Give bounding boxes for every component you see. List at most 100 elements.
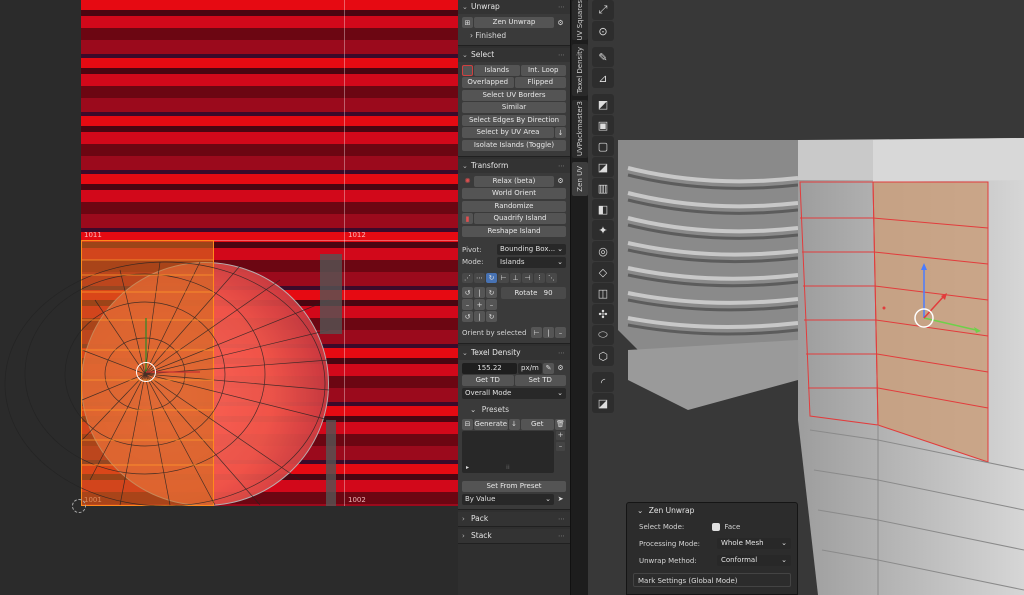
select-uv-borders-button[interactable]: Select UV Borders [462, 89, 566, 101]
shrink-fatten-tool-icon[interactable]: ✣ [592, 304, 614, 324]
pivot-dropdown[interactable]: Bounding Box... ⌄ [497, 244, 566, 255]
shear-tool-icon[interactable]: ⬭ [592, 325, 614, 345]
finished-subpanel[interactable]: › Finished [462, 30, 566, 42]
transform-panel-header[interactable]: ⌄ Transform ⋯ [458, 158, 570, 173]
grip-icon[interactable]: ⋯ [558, 0, 566, 14]
reshape-island-button[interactable]: Reshape Island [462, 225, 566, 237]
annotate-tool-icon[interactable]: ✎ [592, 47, 614, 67]
texel-density-value-input[interactable]: 155.22 [462, 362, 517, 374]
grip-icon[interactable]: ⋯ [558, 346, 566, 360]
unwrap-panel-header[interactable]: ⌄ Unwrap ⋯ [458, 0, 570, 14]
pointer-icon[interactable]: ➤ [555, 494, 566, 505]
similar-button[interactable]: Similar [462, 102, 566, 113]
align-right-icon[interactable]: ⊣ [522, 273, 533, 283]
grip-icon[interactable]: ⋯ [558, 529, 566, 543]
rotate-cw-icon[interactable]: ↻ [486, 287, 497, 298]
gear-icon[interactable]: ⚙ [555, 363, 566, 374]
extrude-tool-icon[interactable]: ▣ [592, 115, 614, 135]
rotate-cw-icon[interactable]: ↻ [486, 311, 497, 322]
uv-editor-canvas[interactable]: 1011 1012 1001 1002 [0, 0, 458, 595]
move-right-icon[interactable]: – [486, 299, 497, 310]
select-edges-by-direction-button[interactable]: Select Edges By Direction [462, 114, 566, 126]
rotate-cycle-icon[interactable]: ↻ [486, 273, 497, 283]
smooth-tool-icon[interactable]: ◇ [592, 262, 614, 282]
zen-unwrap-button[interactable]: Zen Unwrap [474, 17, 554, 28]
knife-tool-icon[interactable]: ◧ [592, 199, 614, 219]
add-cube-tool-icon[interactable]: ◩ [592, 94, 614, 114]
face-mode-icon[interactable] [711, 522, 720, 531]
td-mode-dropdown[interactable]: Overall Mode ⌄ [462, 387, 566, 399]
orient-vertical-icon[interactable]: | [543, 327, 554, 338]
processing-mode-dropdown[interactable]: Whole Mesh ⌄ [717, 538, 791, 549]
grip-icon[interactable]: ⋯ [558, 159, 566, 173]
align-center-icon[interactable]: ⊥ [510, 273, 521, 283]
tab-uv-squares[interactable]: UV Squares [572, 0, 588, 40]
world-orient-button[interactable]: World Orient [462, 188, 566, 199]
tab-uvpackmaster3[interactable]: UVPackmaster3 [572, 100, 588, 158]
move-left-icon[interactable]: – [462, 299, 473, 310]
orient-auto-icon[interactable]: – [555, 327, 566, 338]
resize-grip-icon[interactable]: ⁞⁞ [506, 464, 510, 471]
trash-icon[interactable]: 🗑 [555, 418, 566, 430]
int-loop-button[interactable]: Int. Loop [520, 64, 566, 76]
distribute-icon[interactable]: ⁝ [534, 273, 545, 283]
zen-popup-title[interactable]: ⌄ Zen Unwrap [627, 503, 797, 518]
quadrify-island-button[interactable]: Quadrify Island [474, 213, 566, 224]
inset-tool-icon[interactable]: ▢ [592, 136, 614, 156]
get-td-button[interactable]: Get TD [462, 375, 514, 386]
loop-cut-tool-icon[interactable]: ▥ [592, 178, 614, 198]
eyedropper-icon[interactable]: ✎ [543, 362, 554, 374]
gear-icon[interactable]: ⚙ [555, 17, 566, 28]
tab-zen-uv[interactable]: Zen UV [572, 162, 588, 196]
align-bottom-icon[interactable]: ⋱ [546, 273, 557, 283]
randomize-button[interactable]: Randomize [462, 200, 566, 212]
rotate-field[interactable]: Rotate 90 [501, 287, 566, 299]
move-down-icon[interactable]: | [474, 311, 485, 322]
play-icon[interactable]: ▸ [466, 464, 469, 471]
poly-build-tool-icon[interactable]: ✦ [592, 220, 614, 240]
image-tool-icon[interactable]: ◪ [592, 393, 614, 413]
gear-icon[interactable]: ⚙ [555, 176, 566, 187]
align-top-left-icon[interactable]: ⋰ [462, 273, 473, 283]
align-left-icon[interactable]: ⊢ [498, 273, 509, 283]
measure-tool-icon[interactable]: ⊿ [592, 68, 614, 88]
center-icon[interactable]: + [474, 299, 485, 310]
generate-button[interactable]: Generate [474, 418, 508, 430]
islands-button[interactable]: Islands [474, 64, 520, 76]
get-preset-button[interactable]: Get [520, 418, 554, 430]
presets-subpanel[interactable]: ⌄ Presets [462, 403, 566, 416]
move-up-icon[interactable]: | [474, 287, 485, 298]
remove-preset-icon[interactable]: – [556, 442, 565, 451]
orient-horizontal-icon[interactable]: ⊢ [531, 327, 542, 338]
grip-icon[interactable]: ⋯ [558, 512, 566, 526]
mode-dropdown[interactable]: Islands ⌄ [497, 256, 566, 268]
isolate-islands-button[interactable]: Isolate Islands (Toggle) [462, 140, 566, 151]
units-dropdown[interactable]: px/m [518, 362, 542, 374]
mark-settings-box[interactable]: Mark Settings (Global Mode) [633, 573, 791, 587]
select-panel-header[interactable]: ⌄ Select ⋯ [458, 47, 570, 62]
presets-list[interactable]: + – ▸ ⁞⁞ [462, 431, 565, 473]
select-by-uv-area-button[interactable]: Select by UV Area [462, 127, 554, 138]
select-box-tool-icon[interactable]: ⊙ [592, 21, 614, 41]
flipped-button[interactable]: Flipped [514, 77, 566, 88]
rotate-ccw-icon[interactable]: ↺ [462, 287, 473, 298]
align-top-icon[interactable]: ⋯ [474, 273, 485, 283]
by-value-dropdown[interactable]: By Value ⌄ [462, 493, 554, 505]
uv-2d-cursor[interactable] [136, 362, 156, 382]
transform-tool-icon[interactable]: ◜ [592, 372, 614, 392]
set-td-button[interactable]: Set TD [514, 375, 566, 386]
stack-panel-header[interactable]: › Stack ⋯ [458, 529, 570, 543]
pack-panel-header[interactable]: › Pack ⋯ [458, 512, 570, 526]
rip-region-tool-icon[interactable]: ⬡ [592, 346, 614, 366]
download-icon[interactable]: ↓ [508, 418, 520, 430]
overlapped-button[interactable]: Overlapped [462, 77, 514, 88]
texel-density-panel-header[interactable]: ⌄ Texel Density ⋯ [458, 345, 570, 360]
grip-icon[interactable]: ⋯ [558, 48, 566, 62]
add-preset-icon[interactable]: + [556, 431, 565, 440]
spin-tool-icon[interactable]: ◎ [592, 241, 614, 261]
download-icon[interactable]: ↓ [555, 127, 566, 138]
unwrap-method-dropdown[interactable]: Conformal ⌄ [717, 555, 791, 566]
edge-slide-tool-icon[interactable]: ◫ [592, 283, 614, 303]
relax-button[interactable]: Relax (beta) [474, 175, 554, 187]
tab-texel-density[interactable]: Texel Density [572, 44, 588, 96]
